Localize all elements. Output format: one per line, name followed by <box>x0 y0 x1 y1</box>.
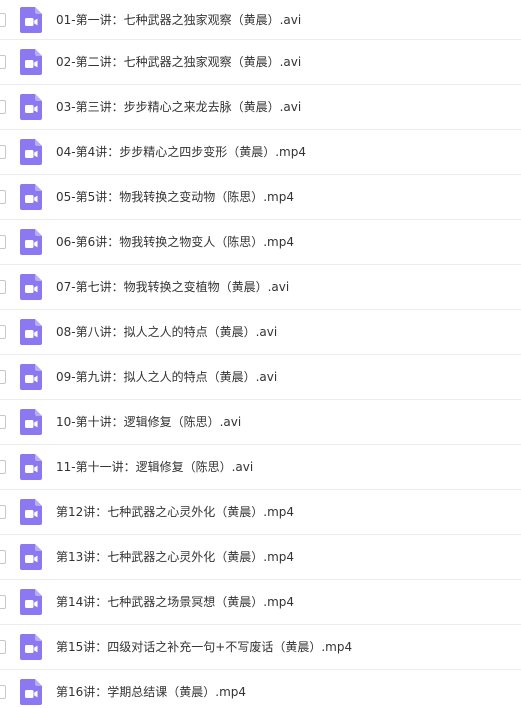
file-name[interactable]: 10-第十讲：逻辑修复（陈思）.avi <box>56 414 241 430</box>
file-row[interactable]: 第12讲：七种武器之心灵外化（黄晨）.mp4 <box>0 490 521 535</box>
row-checkbox[interactable] <box>0 370 6 384</box>
file-row[interactable]: 第13讲：七种武器之心灵外化（黄晨）.mp4 <box>0 535 521 580</box>
row-checkbox[interactable] <box>0 505 6 519</box>
video-file-icon <box>20 184 42 210</box>
file-name[interactable]: 08-第八讲：拟人之人的特点（黄晨）.avi <box>56 324 277 340</box>
file-row[interactable]: 04-第4讲：步步精心之四步变形（黄晨）.mp4 <box>0 130 521 175</box>
row-checkbox[interactable] <box>0 325 6 339</box>
file-row[interactable]: 08-第八讲：拟人之人的特点（黄晨）.avi <box>0 310 521 355</box>
video-file-icon <box>20 544 42 570</box>
row-checkbox[interactable] <box>0 460 6 474</box>
video-file-icon <box>20 6 42 33</box>
row-checkbox[interactable] <box>0 550 6 564</box>
video-file-icon <box>20 274 42 300</box>
file-row[interactable]: 第16讲：学期总结课（黄晨）.mp4 <box>0 670 521 708</box>
row-checkbox[interactable] <box>0 190 6 204</box>
file-list: 01-第一讲：七种武器之独家观察（黄晨）.avi 02-第二讲：七种武器之独家观… <box>0 0 521 708</box>
file-name[interactable]: 第12讲：七种武器之心灵外化（黄晨）.mp4 <box>56 504 294 520</box>
video-file-icon <box>20 229 42 255</box>
video-file-icon <box>20 589 42 615</box>
video-file-icon <box>20 409 42 435</box>
row-checkbox[interactable] <box>0 280 6 294</box>
video-file-icon <box>20 94 42 120</box>
file-name[interactable]: 03-第三讲：步步精心之来龙去脉（黄晨）.avi <box>56 99 301 115</box>
row-checkbox[interactable] <box>0 595 6 609</box>
file-name[interactable]: 02-第二讲：七种武器之独家观察（黄晨）.avi <box>56 54 301 70</box>
file-row[interactable]: 10-第十讲：逻辑修复（陈思）.avi <box>0 400 521 445</box>
file-row[interactable]: 05-第5讲：物我转换之变动物（陈思）.mp4 <box>0 175 521 220</box>
row-checkbox[interactable] <box>0 640 6 654</box>
file-name[interactable]: 09-第九讲：拟人之人的特点（黄晨）.avi <box>56 369 277 385</box>
row-checkbox[interactable] <box>0 55 6 69</box>
file-name[interactable]: 第13讲：七种武器之心灵外化（黄晨）.mp4 <box>56 549 294 565</box>
file-name[interactable]: 第14讲：七种武器之场景冥想（黄晨）.mp4 <box>56 594 294 610</box>
file-row[interactable]: 第14讲：七种武器之场景冥想（黄晨）.mp4 <box>0 580 521 625</box>
file-row[interactable]: 09-第九讲：拟人之人的特点（黄晨）.avi <box>0 355 521 400</box>
file-name[interactable]: 第16讲：学期总结课（黄晨）.mp4 <box>56 684 246 700</box>
row-checkbox[interactable] <box>0 12 6 27</box>
video-file-icon <box>20 634 42 660</box>
file-row[interactable]: 07-第七讲：物我转换之变植物（黄晨）.avi <box>0 265 521 310</box>
file-name[interactable]: 06-第6讲：物我转换之物变人（陈思）.mp4 <box>56 234 294 250</box>
file-row[interactable]: 02-第二讲：七种武器之独家观察（黄晨）.avi <box>0 40 521 85</box>
row-checkbox[interactable] <box>0 415 6 429</box>
video-file-icon <box>20 679 42 705</box>
video-file-icon <box>20 49 42 75</box>
file-name[interactable]: 11-第十一讲：逻辑修复（陈思）.avi <box>56 459 253 475</box>
file-name[interactable]: 05-第5讲：物我转换之变动物（陈思）.mp4 <box>56 189 294 205</box>
file-name[interactable]: 01-第一讲：七种武器之独家观察（黄晨）.avi <box>56 12 301 28</box>
file-row[interactable]: 第15讲：四级对话之补充一句+不写废话（黄晨）.mp4 <box>0 625 521 670</box>
row-checkbox[interactable] <box>0 145 6 159</box>
row-checkbox[interactable] <box>0 235 6 249</box>
file-name[interactable]: 07-第七讲：物我转换之变植物（黄晨）.avi <box>56 279 289 295</box>
row-checkbox[interactable] <box>0 100 6 114</box>
video-file-icon <box>20 499 42 525</box>
file-row[interactable]: 01-第一讲：七种武器之独家观察（黄晨）.avi <box>0 0 521 40</box>
file-name[interactable]: 第15讲：四级对话之补充一句+不写废话（黄晨）.mp4 <box>56 639 352 655</box>
video-file-icon <box>20 139 42 165</box>
file-row[interactable]: 03-第三讲：步步精心之来龙去脉（黄晨）.avi <box>0 85 521 130</box>
file-row[interactable]: 06-第6讲：物我转换之物变人（陈思）.mp4 <box>0 220 521 265</box>
video-file-icon <box>20 319 42 345</box>
video-file-icon <box>20 454 42 480</box>
file-row[interactable]: 11-第十一讲：逻辑修复（陈思）.avi <box>0 445 521 490</box>
row-checkbox[interactable] <box>0 685 6 699</box>
file-name[interactable]: 04-第4讲：步步精心之四步变形（黄晨）.mp4 <box>56 144 306 160</box>
video-file-icon <box>20 364 42 390</box>
